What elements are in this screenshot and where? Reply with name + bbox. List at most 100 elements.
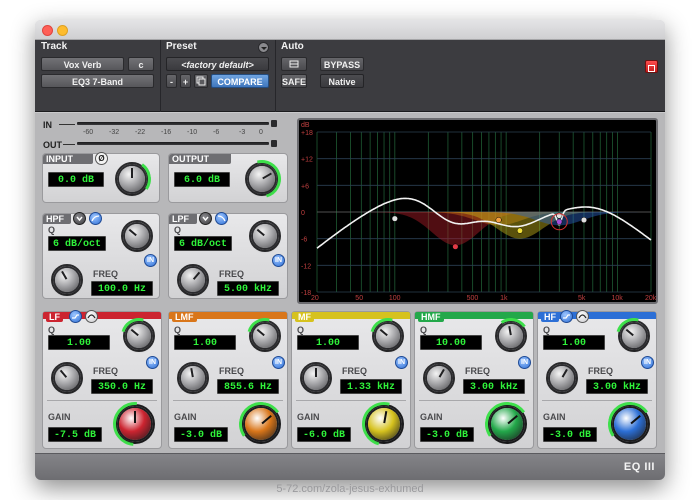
band-in-button[interactable]: IN (518, 356, 531, 369)
band-gain-knob[interactable] (119, 408, 151, 440)
band-q-knob[interactable] (127, 324, 151, 348)
meter-scale-tick: -22 (135, 129, 146, 136)
output-value-display[interactable]: 6.0 dB (174, 172, 230, 187)
band-in-button[interactable]: IN (395, 356, 408, 369)
lpf-power-button[interactable] (199, 212, 212, 225)
band-handle (452, 243, 459, 250)
band-panel-mf: MF Q 1.00 IN FREQ 1.33 kHz GAIN -6.0 dB (291, 311, 415, 455)
lpf-slope-display[interactable]: 6 dB/oct (174, 236, 232, 251)
freq-tick-label: 50 (355, 295, 363, 302)
hpf-power-button[interactable] (73, 212, 86, 225)
channel-selector[interactable]: c (128, 57, 154, 71)
band-gain-knob[interactable] (614, 408, 646, 440)
db-tick-label: +6 (301, 183, 309, 190)
hpf-shape-button[interactable] (89, 212, 102, 225)
band-gain-knob[interactable] (245, 408, 277, 440)
plugin-body: IN -60 -32 -22 -16 -10 -6 -3 0 OUT INPUT Ø 0.0 … (35, 113, 665, 455)
preset-menu-icon[interactable] (258, 42, 269, 53)
preset-next-button[interactable]: + (180, 74, 191, 88)
band-freq-knob[interactable] (55, 366, 79, 390)
preset-previous-button[interactable]: - (166, 74, 177, 88)
hpf-freq-knob[interactable] (55, 268, 79, 292)
band-q-display[interactable]: 1.00 (297, 335, 359, 350)
input-clip-indicator[interactable] (271, 120, 277, 127)
band-shelf-button[interactable] (69, 310, 82, 323)
band-tag: LF (46, 312, 63, 322)
lpf-freq-label: FREQ (219, 269, 245, 279)
band-freq-display[interactable]: 350.0 Hz (91, 379, 153, 394)
band-gain-display[interactable]: -6.0 dB (297, 427, 351, 442)
band-q-knob[interactable] (376, 324, 400, 348)
db-tick-label: +12 (301, 157, 313, 164)
track-selector[interactable]: Vox Verb (41, 57, 124, 71)
hpf-in-button[interactable]: IN (144, 254, 157, 267)
band-freq-knob[interactable] (550, 366, 574, 390)
close-window-button[interactable] (42, 25, 53, 36)
preset-selector[interactable]: <factory default> (166, 57, 269, 71)
band-q-knob[interactable] (499, 324, 523, 348)
copy-settings-button[interactable] (194, 74, 208, 88)
lpf-q-knob[interactable] (253, 224, 277, 248)
input-meter (77, 122, 269, 125)
automation-button[interactable] (281, 57, 307, 71)
lpf-freq-display[interactable]: 5.00 kHz (217, 281, 279, 296)
band-q-knob[interactable] (253, 324, 277, 348)
band-gain-label: GAIN (543, 412, 566, 422)
phase-invert-button[interactable]: Ø (95, 152, 108, 165)
band-in-button[interactable]: IN (272, 356, 285, 369)
output-knob[interactable] (249, 166, 275, 192)
band-bell-button[interactable] (85, 310, 98, 323)
band-handle (495, 216, 502, 224)
band-freq-display[interactable]: 1.33 kHz (340, 379, 402, 394)
band-gain-display[interactable]: -7.5 dB (48, 427, 102, 442)
freq-tick-label: 20 (311, 295, 319, 302)
output-label: OUTPUT (172, 154, 209, 164)
lpf-freq-knob[interactable] (181, 268, 205, 292)
band-freq-display[interactable]: 855.6 Hz (217, 379, 279, 394)
band-freq-knob[interactable] (181, 366, 205, 390)
insert-selector[interactable]: EQ3 7-Band (41, 74, 154, 88)
db-unit-label: dB (301, 122, 310, 129)
band-bell-button[interactable] (576, 310, 589, 323)
input-value-display[interactable]: 0.0 dB (48, 172, 104, 187)
band-q-label: Q (174, 325, 182, 335)
band-freq-knob[interactable] (304, 366, 328, 390)
lpf-in-button[interactable]: IN (272, 254, 285, 267)
band-q-display[interactable]: 10.00 (420, 335, 482, 350)
band-in-button[interactable]: IN (641, 356, 654, 369)
output-panel: OUTPUT 6.0 dB (168, 153, 288, 205)
divider (296, 400, 406, 401)
band-shelf-button[interactable] (560, 310, 573, 323)
compare-button[interactable]: COMPARE (211, 74, 269, 88)
freq-tick-label: 100 (389, 295, 401, 302)
band-q-knob[interactable] (622, 324, 646, 348)
band-q-display[interactable]: 1.00 (48, 335, 110, 350)
meter-scale-tick: -3 (239, 129, 246, 136)
safe-button[interactable]: SAFE (281, 74, 307, 88)
band-freq-display[interactable]: 3.00 kHz (463, 379, 525, 394)
band-handle (580, 216, 588, 224)
band-tag: HMF (418, 312, 444, 322)
minimize-window-button[interactable] (57, 25, 68, 36)
band-freq-display[interactable]: 3.00 kHz (586, 379, 648, 394)
eq-curve-display[interactable]: +18 +12 +6 0 -6 -12 -18 dB 20 50 100 500 1k 5k 10k 20k (297, 118, 658, 304)
band-gain-display[interactable]: -3.0 dB (174, 427, 228, 442)
output-clip-indicator[interactable] (271, 140, 277, 147)
band-gain-display[interactable]: -3.0 dB (420, 427, 474, 442)
band-gain-knob[interactable] (368, 408, 400, 440)
band-q-display[interactable]: 1.00 (543, 335, 605, 350)
input-knob[interactable] (119, 166, 145, 192)
band-in-button[interactable]: IN (146, 356, 159, 369)
hpf-freq-display[interactable]: 100.0 Hz (91, 281, 153, 296)
hpf-q-knob[interactable] (125, 224, 149, 248)
clip-indicator-button[interactable] (645, 60, 658, 73)
lpf-q-label: Q (174, 225, 182, 235)
band-gain-display[interactable]: -3.0 dB (543, 427, 597, 442)
lpf-shape-button[interactable] (215, 212, 228, 225)
band-gain-knob[interactable] (491, 408, 523, 440)
hpf-slope-display[interactable]: 6 dB/oct (48, 236, 106, 251)
band-freq-knob[interactable] (427, 366, 451, 390)
band-gain-label: GAIN (174, 412, 197, 422)
band-q-display[interactable]: 1.00 (174, 335, 236, 350)
bypass-button[interactable]: BYPASS (320, 57, 364, 71)
